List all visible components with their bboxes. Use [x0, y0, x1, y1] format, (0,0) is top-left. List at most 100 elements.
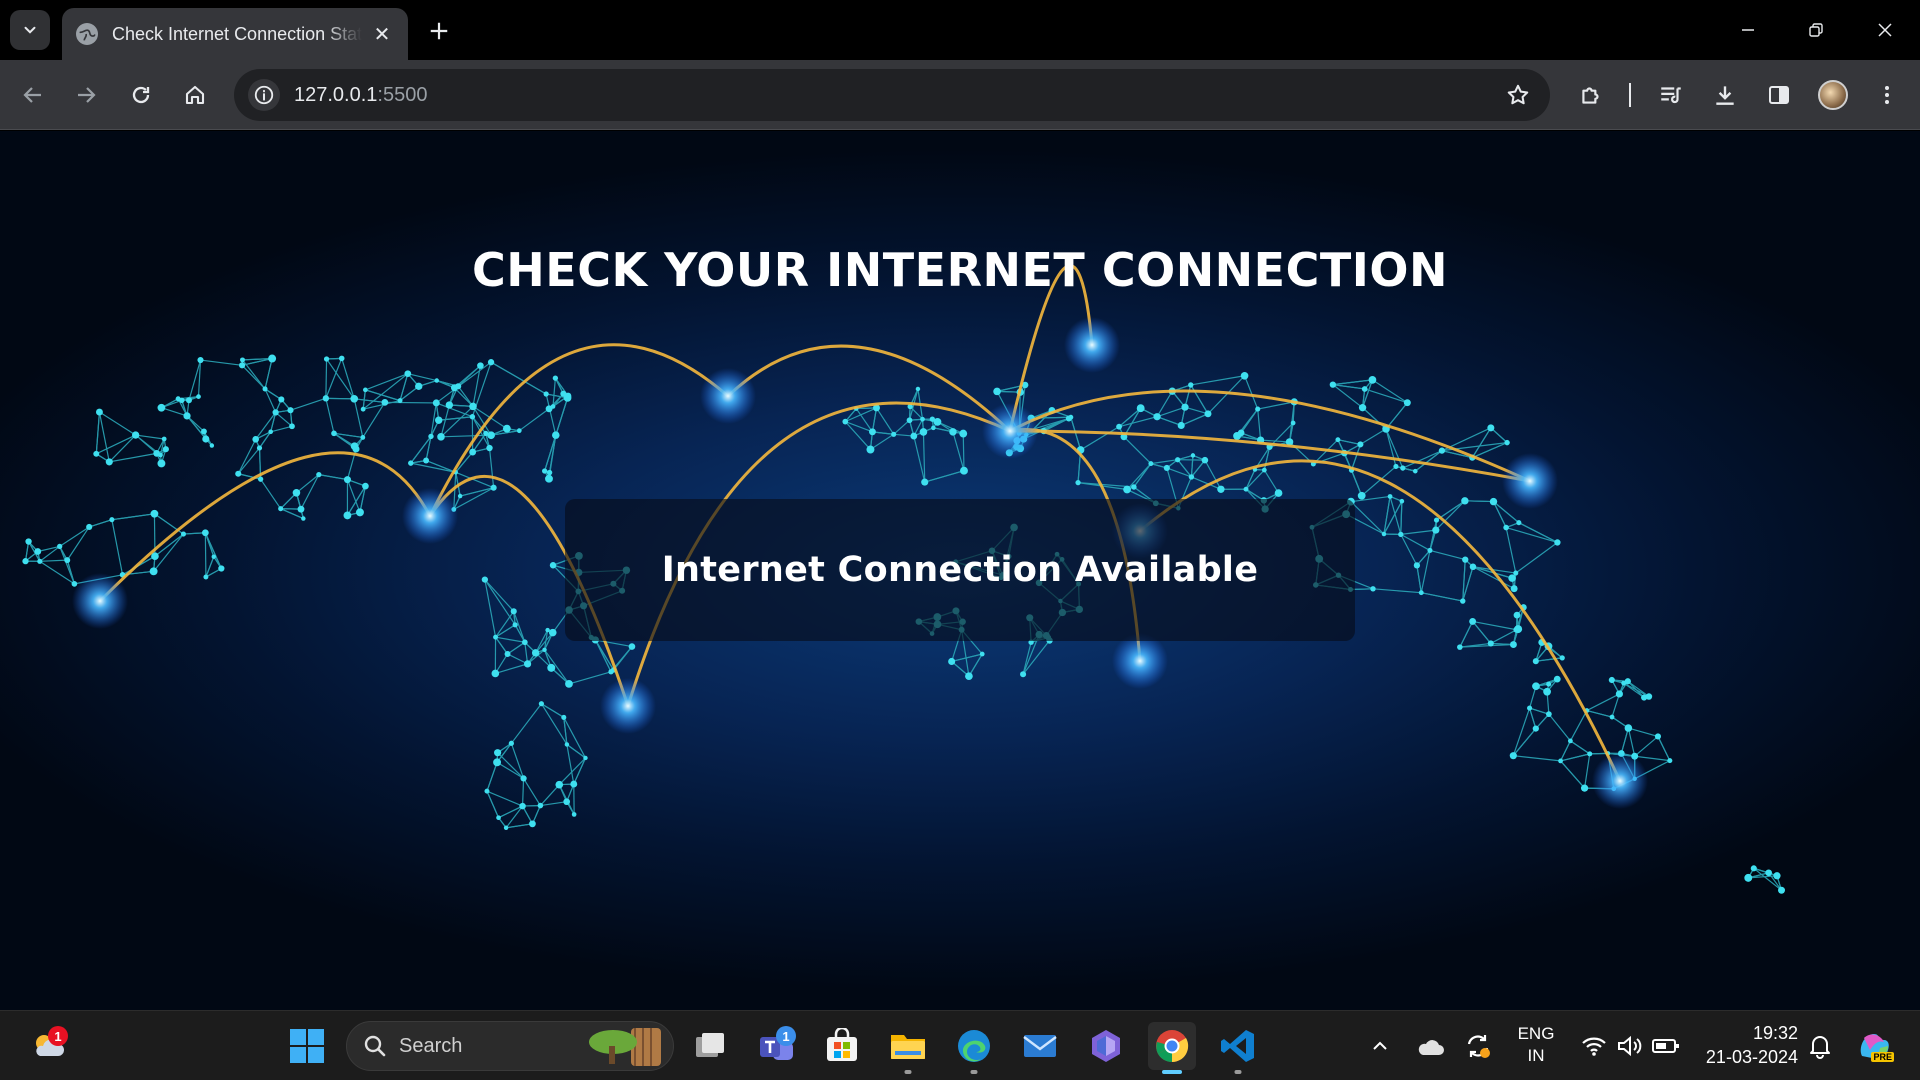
microsoft-store-button[interactable]	[818, 1022, 866, 1070]
chrome-button[interactable]	[1148, 1022, 1196, 1074]
mesh-node	[1487, 640, 1494, 647]
onedrive-button[interactable]	[1408, 1022, 1452, 1070]
mesh-node	[1201, 456, 1209, 464]
mesh-line	[1535, 657, 1563, 662]
mesh-line	[541, 703, 565, 718]
mesh-node	[1469, 563, 1477, 571]
bookmark-star-icon[interactable]	[1504, 81, 1532, 109]
mesh-node	[561, 714, 567, 720]
mesh-node	[1567, 738, 1573, 744]
mesh-node	[1744, 873, 1753, 882]
mesh-node	[564, 742, 570, 747]
copilot-button[interactable]: PRE	[1850, 1022, 1898, 1070]
downloads-button[interactable]	[1705, 75, 1745, 115]
mesh-line	[365, 373, 409, 391]
side-panel-button[interactable]	[1759, 75, 1799, 115]
start-button[interactable]	[283, 1022, 331, 1070]
mesh-line	[495, 636, 525, 643]
close-tab-icon[interactable]: ✕	[370, 22, 394, 46]
mesh-line	[341, 358, 355, 399]
mesh-node	[1546, 711, 1552, 718]
info-icon[interactable]	[248, 79, 280, 111]
wifi-button[interactable]	[1576, 1022, 1612, 1070]
mesh-node	[1335, 437, 1341, 443]
mesh-node	[1461, 497, 1469, 505]
mesh-line	[486, 762, 498, 792]
mesh-node	[469, 448, 477, 456]
store-bag-icon	[827, 1028, 857, 1061]
mesh-line	[275, 411, 293, 427]
battery-button[interactable]	[1648, 1022, 1684, 1070]
mesh-line	[425, 459, 456, 473]
notifications-button[interactable]	[1800, 1022, 1840, 1070]
mesh-node	[150, 509, 159, 518]
restore-button[interactable]	[1793, 12, 1839, 48]
menu-button[interactable]	[1867, 75, 1907, 115]
mesh-line	[540, 703, 568, 745]
mesh-node	[1509, 641, 1517, 649]
active-tab[interactable]: Check Internet Connection Status ✕	[62, 8, 408, 60]
glow-point	[1064, 317, 1120, 373]
file-explorer-button[interactable]	[884, 1022, 932, 1074]
search-highlight-tree-icon	[589, 1028, 661, 1066]
mesh-line	[186, 415, 207, 440]
restore-icon	[1809, 23, 1823, 37]
extensions-button[interactable]	[1571, 75, 1611, 115]
browser-toolbar: 127.0.0.1:5500	[0, 60, 1920, 130]
mesh-node	[1181, 403, 1189, 411]
mesh-node	[338, 355, 345, 362]
arrow-left-icon	[23, 87, 41, 103]
close-window-button[interactable]	[1862, 12, 1908, 48]
forward-button[interactable]	[66, 75, 106, 115]
mesh-node	[842, 418, 849, 425]
mesh-node	[546, 469, 553, 476]
mesh-node	[1554, 539, 1561, 546]
mesh-line	[1657, 736, 1671, 761]
show-hidden-icons-button[interactable]	[1360, 1022, 1400, 1070]
mesh-line	[111, 513, 155, 521]
mesh-line	[1245, 469, 1256, 490]
mesh-node	[256, 445, 263, 451]
mesh-node	[1559, 655, 1565, 661]
weather-widget[interactable]: 1	[24, 1022, 72, 1070]
mail-button[interactable]	[1016, 1022, 1064, 1070]
sync-status-button[interactable]	[1456, 1022, 1500, 1070]
address-bar[interactable]: 127.0.0.1:5500	[234, 69, 1550, 121]
minimize-button[interactable]	[1725, 12, 1771, 48]
new-tab-button[interactable]	[424, 16, 454, 46]
volume-button[interactable]	[1612, 1022, 1648, 1070]
media-controls-button[interactable]	[1651, 75, 1691, 115]
home-button[interactable]	[175, 75, 215, 115]
mesh-node	[235, 470, 242, 477]
power-automate-button[interactable]	[1082, 1022, 1130, 1070]
mesh-line	[505, 805, 524, 829]
mesh-node	[545, 627, 550, 633]
glow-point	[1112, 633, 1168, 689]
language-indicator[interactable]: ENG IN	[1508, 1023, 1564, 1067]
playlist-music-icon	[1661, 87, 1681, 104]
taskbar-search[interactable]: Search	[346, 1021, 674, 1071]
mesh-node	[906, 417, 913, 424]
mesh-line	[1416, 565, 1422, 593]
vscode-button[interactable]	[1214, 1022, 1262, 1074]
mesh-node	[1075, 479, 1081, 486]
mesh-node	[423, 457, 430, 464]
mesh-node	[529, 820, 536, 828]
back-button[interactable]	[13, 75, 53, 115]
task-view-icon	[696, 1033, 724, 1057]
mesh-node	[1513, 611, 1521, 619]
clock[interactable]: 19:32 21-03-2024	[1694, 1021, 1798, 1069]
mesh-node	[239, 362, 246, 369]
mesh-node	[1587, 751, 1593, 757]
mesh-node	[1274, 489, 1283, 497]
teams-button[interactable]: 1	[752, 1022, 800, 1070]
task-view-button[interactable]	[686, 1022, 734, 1070]
tab-search-button[interactable]	[10, 10, 50, 50]
mesh-line	[346, 479, 361, 513]
edge-button[interactable]	[950, 1022, 998, 1074]
mesh-line	[893, 419, 910, 435]
mesh-line	[410, 462, 456, 473]
running-indicator	[1234, 1070, 1242, 1074]
profile-button[interactable]	[1813, 75, 1853, 115]
reload-button[interactable]	[121, 75, 161, 115]
